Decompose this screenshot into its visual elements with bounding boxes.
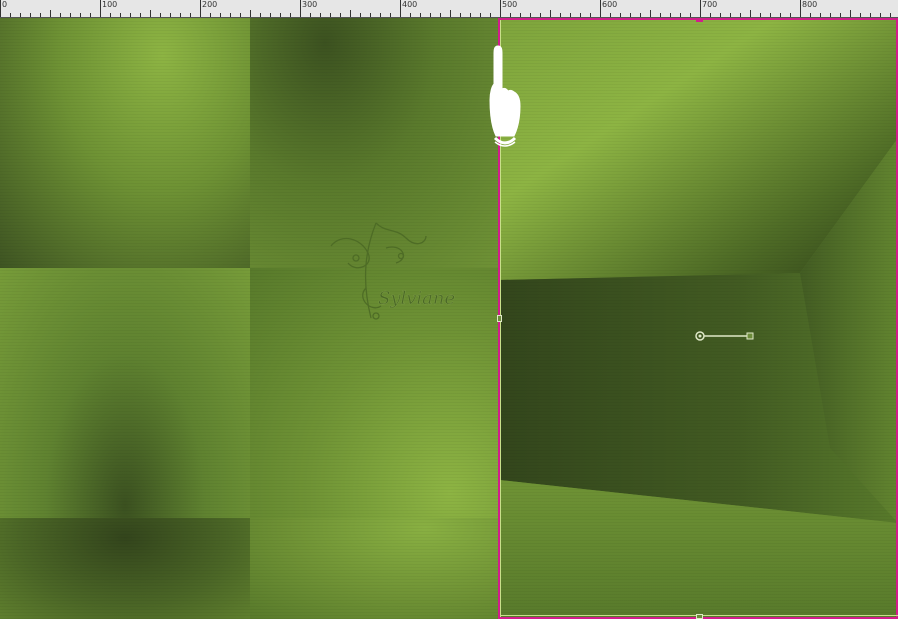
bottom-middle-handle[interactable]	[696, 614, 703, 619]
tile-top-left	[0, 18, 250, 268]
ruler-ticks	[0, 0, 891, 17]
ruler-label-800: 800	[802, 0, 818, 9]
left-middle-handle[interactable]	[497, 315, 502, 322]
ruler-label-200: 200	[202, 0, 218, 9]
ruler-label-300: 300	[302, 0, 318, 9]
hand-pointer-icon	[489, 45, 521, 147]
perspective-panels	[500, 18, 898, 619]
tile-bottom-middle	[250, 518, 500, 619]
image-canvas[interactable]: Sylviane	[0, 18, 898, 619]
rotation-handle-icon[interactable]	[692, 328, 756, 344]
tile-mid-left	[0, 268, 250, 518]
ruler-label-700: 700	[702, 0, 718, 9]
ruler-label-400: 400	[402, 0, 418, 9]
horizontal-ruler[interactable]: 0 100 200 300 400 500 600 700 800	[0, 0, 898, 18]
ruler-label-600: 600	[602, 0, 618, 9]
sylviane-watermark-logo: Sylviane	[330, 222, 455, 320]
tile-bottom-left	[0, 518, 250, 619]
watermark-text: Sylviane	[378, 288, 455, 309]
ruler-label-0: 0	[2, 0, 8, 9]
ruler-label-500: 500	[502, 0, 518, 9]
top-middle-handle[interactable]	[696, 18, 703, 22]
ruler-label-100: 100	[102, 0, 118, 9]
